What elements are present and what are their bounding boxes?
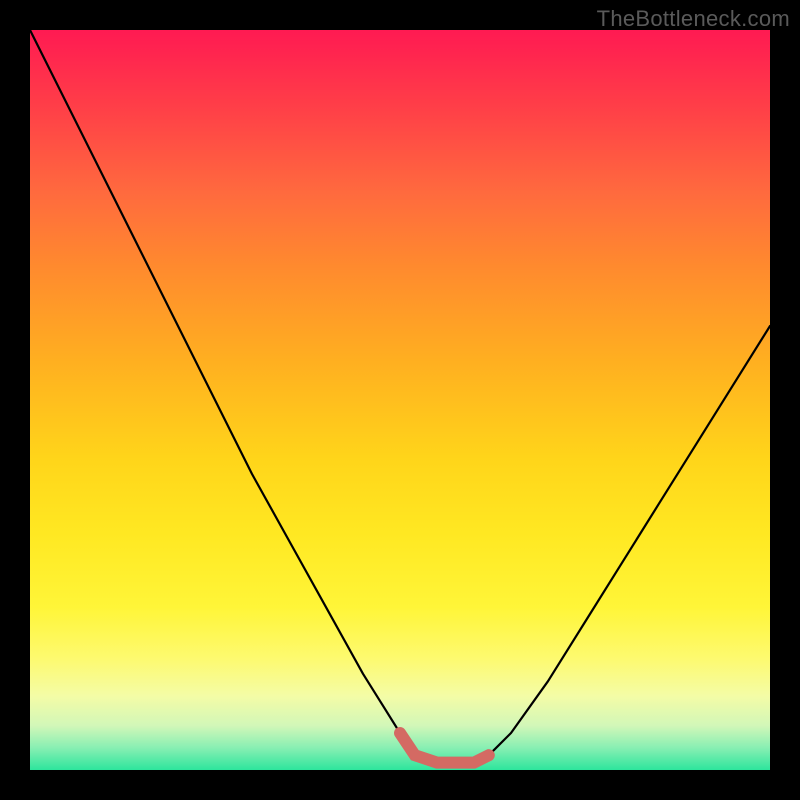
bottleneck-highlight <box>400 733 489 763</box>
plot-area <box>30 30 770 770</box>
chart-frame: TheBottleneck.com <box>0 0 800 800</box>
curve-layer <box>30 30 770 770</box>
bottleneck-curve <box>30 30 770 763</box>
watermark-text: TheBottleneck.com <box>597 6 790 32</box>
